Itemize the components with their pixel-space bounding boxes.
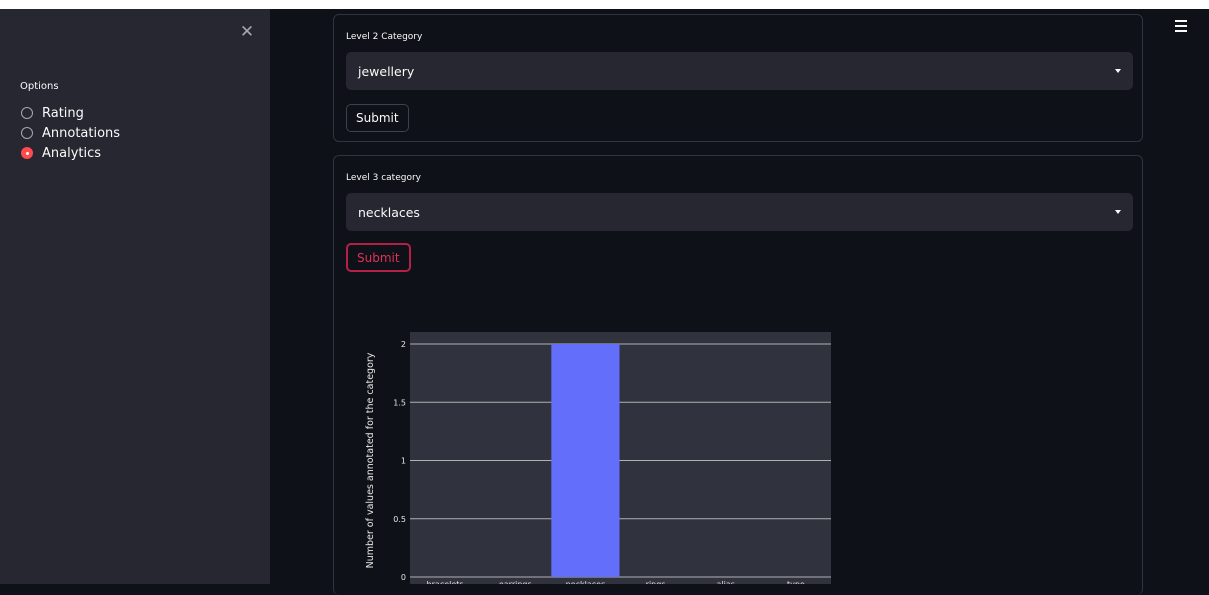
options-label: Options: [20, 81, 59, 92]
y-axis-label: Number of values annotated for the categ…: [365, 352, 376, 568]
y-tick-label: 2: [401, 340, 406, 349]
browser-top-strip: [0, 0, 1209, 9]
y-tick-label: 1.5: [393, 398, 406, 407]
level2-submit-button[interactable]: Submit: [346, 104, 409, 132]
level2-selected-value: jewellery: [358, 64, 415, 79]
sidebar: ✕ Options Rating Annotations Analytics: [0, 9, 270, 584]
radio-analytics-indicator[interactable]: [21, 147, 33, 159]
radio-rating[interactable]: Rating: [21, 103, 120, 123]
level2-label: Level 2 Category: [346, 32, 423, 42]
radio-annotations-indicator[interactable]: [21, 127, 33, 139]
radio-analytics-label: Analytics: [42, 145, 102, 161]
x-tick-label: rings: [646, 580, 666, 584]
y-tick-label: 0.5: [393, 515, 406, 524]
level3-selected-value: necklaces: [358, 205, 420, 220]
plot-area: [410, 332, 831, 584]
bar-necklaces: [551, 344, 620, 577]
menu-icon-line: [1175, 25, 1187, 27]
x-tick-label: type: [787, 580, 805, 584]
options-radio-group: Rating Annotations Analytics: [21, 103, 120, 163]
close-sidebar-icon[interactable]: ✕: [238, 23, 256, 41]
level3-label: Level 3 category: [346, 173, 421, 183]
hamburger-menu-icon[interactable]: [1175, 20, 1191, 34]
level2-form: Level 2 Category jewellery Submit: [333, 14, 1143, 142]
level3-submit-button[interactable]: Submit: [346, 243, 411, 272]
radio-annotations-label: Annotations: [42, 125, 121, 141]
x-tick-label: necklaces: [566, 580, 606, 584]
y-tick-label: 0: [401, 573, 406, 582]
menu-icon-line: [1175, 20, 1187, 22]
level3-select[interactable]: necklaces: [346, 193, 1133, 231]
x-tick-label: alias: [717, 580, 735, 584]
chevron-down-icon: [1115, 210, 1121, 214]
y-tick-label: 1: [401, 457, 406, 466]
radio-annotations[interactable]: Annotations: [21, 123, 120, 143]
analytics-bar-chart: 0 0.5 1 1.5 2 bracelets earrings necklaces rings…: [365, 332, 831, 584]
radio-analytics[interactable]: Analytics: [21, 143, 120, 163]
radio-rating-label: Rating: [42, 105, 84, 121]
x-tick-label: bracelets: [427, 580, 464, 584]
menu-icon-line: [1175, 30, 1187, 32]
chevron-down-icon: [1115, 69, 1121, 73]
level2-select[interactable]: jewellery: [346, 52, 1133, 90]
x-tick-label: earrings: [499, 580, 532, 584]
radio-rating-indicator[interactable]: [21, 107, 33, 119]
